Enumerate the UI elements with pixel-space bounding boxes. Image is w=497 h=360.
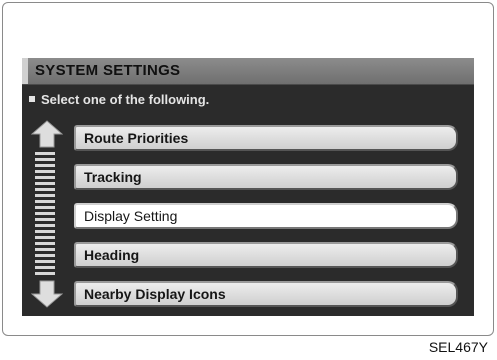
nav-screen: SYSTEM SETTINGS Select one of the follow… xyxy=(22,58,474,316)
title-accent xyxy=(22,58,28,84)
menu-item-tracking[interactable]: Tracking xyxy=(74,164,458,190)
instruction-text: Select one of the following. xyxy=(41,92,210,107)
menu-item-heading[interactable]: Heading xyxy=(74,242,458,268)
page-title: SYSTEM SETTINGS xyxy=(35,62,181,79)
instruction: Select one of the following. xyxy=(29,92,209,108)
title-bar: SYSTEM SETTINGS xyxy=(22,58,474,85)
figure-code: SEL467Y xyxy=(428,339,488,355)
menu-item-display-setting[interactable]: Display Setting xyxy=(74,203,458,229)
bullet-icon xyxy=(29,96,35,102)
scrollbar[interactable] xyxy=(29,120,63,310)
scroll-track[interactable] xyxy=(35,152,55,276)
arrow-down-icon[interactable] xyxy=(31,280,63,308)
menu-item-nearby-display-icons[interactable]: Nearby Display Icons xyxy=(74,281,458,307)
menu-item-route-priorities[interactable]: Route Priorities xyxy=(74,125,458,151)
arrow-up-icon[interactable] xyxy=(31,120,63,148)
